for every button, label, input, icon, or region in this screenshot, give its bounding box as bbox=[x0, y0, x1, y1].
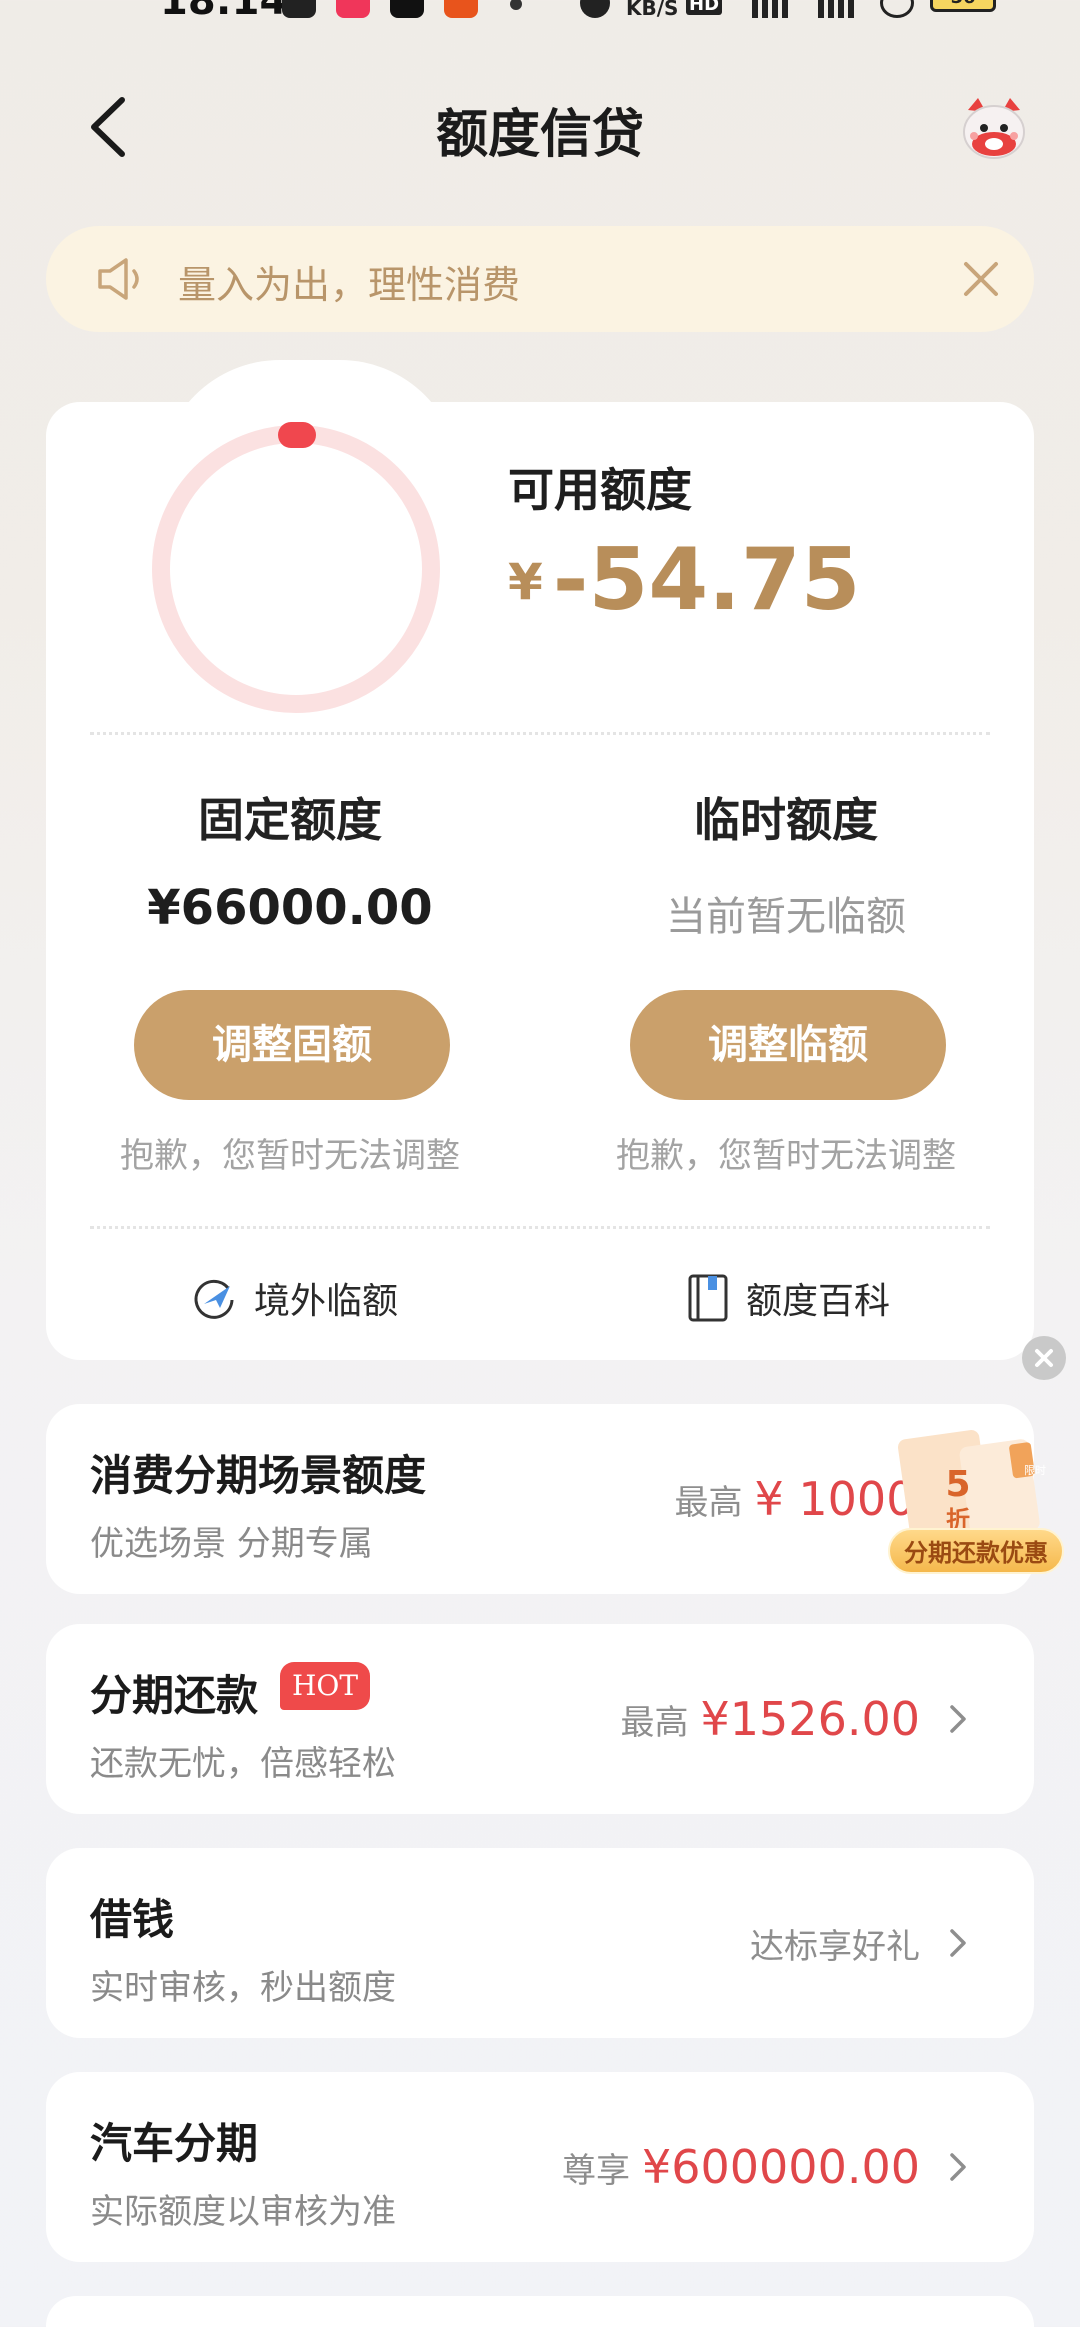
alarm-icon bbox=[580, 0, 610, 18]
hd-badge: HD bbox=[686, 0, 723, 15]
row-title: 汽车分期 bbox=[90, 2119, 259, 2168]
row-amount: ¥1526.00 bbox=[700, 1692, 921, 1746]
close-icon[interactable] bbox=[956, 254, 1006, 304]
notice-bar: 量入为出，理性消费 bbox=[46, 226, 1034, 332]
quota-encyclopedia-link[interactable]: 额度百科 bbox=[686, 1270, 890, 1326]
adjust-fixed-quota-button[interactable]: 调整固额 bbox=[134, 990, 450, 1100]
battery-icon: 56 bbox=[930, 0, 996, 12]
dot-icon bbox=[510, 0, 522, 10]
borrow-money-card[interactable]: 借钱 实时审核，秒出额度 达标享好礼 bbox=[46, 1848, 1034, 2038]
car-installment-card[interactable]: 汽车分期 实际额度以审核为准 尊享 ¥600000.00 bbox=[46, 2072, 1034, 2262]
divider bbox=[90, 1226, 990, 1229]
available-quota-label: 可用额度 bbox=[508, 463, 692, 517]
network-speed-unit: KB/S bbox=[626, 0, 679, 20]
row-prefix: 最高 bbox=[620, 1702, 689, 1743]
quota-encyclopedia-label: 额度百科 bbox=[746, 1281, 891, 1322]
promo-side-text: 限时 bbox=[1024, 1464, 1046, 1477]
adjust-temporary-quota-button[interactable]: 调整临额 bbox=[630, 990, 946, 1100]
available-amount: -54.75 bbox=[552, 530, 861, 630]
currency-symbol: ¥ bbox=[508, 553, 543, 611]
video-app-icon bbox=[336, 0, 370, 18]
row-title: 分期还款 bbox=[90, 1671, 259, 1720]
chevron-right-icon bbox=[950, 2153, 966, 2181]
page-title: 额度信贷 bbox=[435, 105, 644, 165]
fixed-quota-value: ¥66000.00 bbox=[147, 880, 433, 936]
shield-icon bbox=[880, 0, 914, 18]
status-time: 18:14 bbox=[160, 0, 288, 24]
dismiss-promo-button[interactable] bbox=[1022, 1336, 1066, 1380]
plane-globe-icon bbox=[194, 1279, 234, 1319]
speaker-icon bbox=[98, 258, 139, 300]
row-right: 达标享好礼 bbox=[750, 1848, 968, 2038]
row-right: 最高 ¥1526.00 bbox=[621, 1624, 969, 1814]
row-right: 尊享 ¥600000.00 bbox=[562, 2072, 968, 2262]
battery-level: 56 bbox=[950, 0, 975, 8]
row-title: 消费分期场景额度 bbox=[90, 1451, 427, 1500]
chevron-left-icon bbox=[91, 97, 125, 157]
overseas-temp-quota-label: 境外临额 bbox=[254, 1281, 399, 1322]
mascot-icon[interactable] bbox=[958, 96, 1030, 162]
chevron-right-icon bbox=[950, 1705, 966, 1733]
overseas-temp-quota-link[interactable]: 境外临额 bbox=[190, 1270, 398, 1326]
temporary-quota-value: 当前暂无临额 bbox=[666, 894, 906, 940]
temporary-adjust-note: 抱歉，您暂时无法调整 bbox=[616, 1136, 956, 1176]
close-icon bbox=[1035, 1349, 1053, 1367]
status-bar: 18:14 KB/S HD 56 bbox=[0, 0, 1080, 30]
tiktok-icon bbox=[390, 0, 424, 18]
row-title: 借钱 bbox=[90, 1895, 175, 1944]
signal-icon bbox=[752, 0, 792, 18]
row-subtitle: 优选场景 分期专属 bbox=[90, 1524, 373, 1564]
notice-text: 量入为出，理性消费 bbox=[178, 263, 521, 307]
signal-icon-2 bbox=[818, 0, 858, 18]
row-amount: ¥600000.00 bbox=[641, 2140, 920, 2194]
installment-repayment-card[interactable]: 分期还款 HOT 还款无忧，倍感轻松 最高 ¥1526.00 bbox=[46, 1624, 1034, 1814]
divider bbox=[90, 732, 990, 735]
row-prefix: 尊享 bbox=[561, 2150, 630, 2191]
fixed-adjust-note: 抱歉，您暂时无法调整 bbox=[120, 1136, 460, 1176]
hot-badge: HOT bbox=[280, 1662, 371, 1710]
available-quota-value: ¥ -54.75 bbox=[508, 530, 861, 630]
fixed-quota-title: 固定额度 bbox=[198, 793, 382, 847]
quota-card: 可用额度 ¥ -54.75 固定额度 临时额度 ¥66000.00 当前暂无临额 … bbox=[46, 402, 1034, 1360]
quota-ring-chart bbox=[152, 422, 440, 713]
row-subtitle: 实时审核，秒出额度 bbox=[90, 1968, 396, 2008]
temporary-quota-title: 临时额度 bbox=[694, 793, 878, 847]
promo-number: 5 bbox=[945, 1464, 970, 1505]
back-button[interactable] bbox=[82, 92, 142, 162]
app-notification-icon bbox=[282, 0, 316, 18]
ring-progress-marker bbox=[278, 422, 316, 448]
chevron-right-icon bbox=[950, 1929, 966, 1957]
row-prefix: 最高 bbox=[674, 1482, 743, 1523]
row-right-text: 达标享好礼 bbox=[750, 1926, 920, 1967]
book-icon bbox=[688, 1274, 728, 1322]
next-card-partial bbox=[46, 2296, 1034, 2327]
shopping-app-icon bbox=[444, 0, 478, 18]
installment-discount-tag[interactable]: 分期还款优惠 bbox=[888, 1528, 1064, 1574]
row-subtitle: 实际额度以审核为准 bbox=[90, 2192, 396, 2232]
row-subtitle: 还款无忧，倍感轻松 bbox=[90, 1744, 396, 1784]
